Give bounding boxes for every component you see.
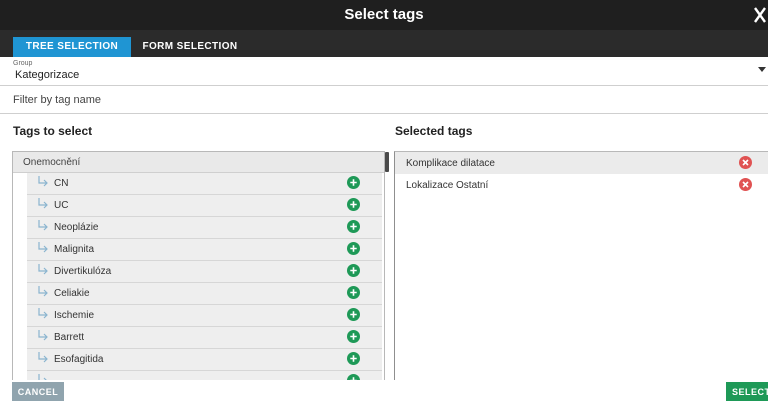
scrollbar-thumb[interactable] xyxy=(385,152,389,172)
group-value: Kategorizace xyxy=(15,69,80,81)
child-arrow-icon xyxy=(38,176,48,187)
tab-tree-selection[interactable]: TREE SELECTION xyxy=(13,37,131,57)
selected-tag-label: Komplikace dilatace xyxy=(406,158,495,169)
tree-item[interactable]: Neoplázie xyxy=(27,217,382,239)
selected-tag-item: Komplikace dilatace xyxy=(395,152,768,174)
add-icon[interactable] xyxy=(347,330,360,343)
remove-icon[interactable] xyxy=(739,178,752,191)
group-select[interactable]: Group Kategorizace xyxy=(0,57,768,86)
tree-item[interactable]: Celiakie xyxy=(27,283,382,305)
selected-tags-panel: Komplikace dilatace Lokalizace Ostatní xyxy=(394,151,768,380)
tree-item-label: Esofagitida xyxy=(54,354,104,365)
tree-item-label: Ischemie xyxy=(54,310,95,321)
tree-list: CN UC Neoplázie Malignita Divertikulóza … xyxy=(27,173,382,380)
add-icon[interactable] xyxy=(347,220,360,233)
select-button[interactable]: SELECT xyxy=(726,382,768,401)
tree-item-label: CN xyxy=(54,178,69,189)
tree-item[interactable]: Divertikulóza xyxy=(27,261,382,283)
close-icon[interactable] xyxy=(753,5,767,25)
tree-item-label: UC xyxy=(54,200,69,211)
child-arrow-icon xyxy=(38,352,48,363)
tree-item[interactable] xyxy=(27,371,382,380)
remove-icon[interactable] xyxy=(739,156,752,169)
child-arrow-icon xyxy=(38,286,48,297)
tab-form-selection[interactable]: FORM SELECTION xyxy=(131,37,249,57)
add-icon[interactable] xyxy=(347,198,360,211)
tree-item[interactable]: UC xyxy=(27,195,382,217)
tree-item-label: Barrett xyxy=(54,332,85,343)
selected-tag-item: Lokalizace Ostatní xyxy=(395,174,768,196)
dialog-title-bar: Select tags xyxy=(0,0,768,30)
chevron-down-icon[interactable] xyxy=(758,67,766,72)
tree-item[interactable]: Esofagitida xyxy=(27,349,382,371)
child-arrow-icon xyxy=(38,308,48,319)
child-arrow-icon xyxy=(38,220,48,231)
tree-item-label: Neoplázie xyxy=(54,222,99,233)
filter-field xyxy=(0,86,768,114)
tags-to-select-header: Tags to select xyxy=(13,124,93,138)
add-icon[interactable] xyxy=(347,264,360,277)
filter-input[interactable] xyxy=(13,90,753,110)
tab-bar: TREE SELECTION FORM SELECTION xyxy=(0,30,768,57)
child-arrow-icon xyxy=(38,330,48,341)
dialog-title: Select tags xyxy=(344,6,424,23)
tree-item-label: Malignita xyxy=(54,244,95,255)
cancel-button[interactable]: CANCEL xyxy=(12,382,64,401)
selected-tag-label: Lokalizace Ostatní xyxy=(406,180,489,191)
tree-root-item[interactable]: Onemocnění xyxy=(13,152,384,173)
add-icon[interactable] xyxy=(347,176,360,189)
tree-item[interactable]: Barrett xyxy=(27,327,382,349)
child-arrow-icon xyxy=(38,264,48,275)
tree-item-label: Divertikulóza xyxy=(54,266,112,277)
tree-root-label: Onemocnění xyxy=(23,157,81,168)
child-arrow-icon xyxy=(38,374,47,380)
child-arrow-icon xyxy=(38,242,48,253)
add-icon[interactable] xyxy=(347,286,360,299)
tree-item-label: Celiakie xyxy=(54,288,90,299)
add-icon[interactable] xyxy=(347,352,360,365)
tree-item[interactable]: CN xyxy=(27,173,382,195)
add-icon[interactable] xyxy=(347,242,360,255)
selected-tags-header: Selected tags xyxy=(395,124,473,138)
add-icon[interactable] xyxy=(347,308,360,321)
tags-to-select-panel: Onemocnění CN UC Neoplázie Malignita Div… xyxy=(12,151,385,380)
group-caption: Group xyxy=(13,60,33,67)
tree-item[interactable]: Ischemie xyxy=(27,305,382,327)
add-icon[interactable] xyxy=(347,374,360,380)
tree-item[interactable]: Malignita xyxy=(27,239,382,261)
child-arrow-icon xyxy=(38,198,48,209)
